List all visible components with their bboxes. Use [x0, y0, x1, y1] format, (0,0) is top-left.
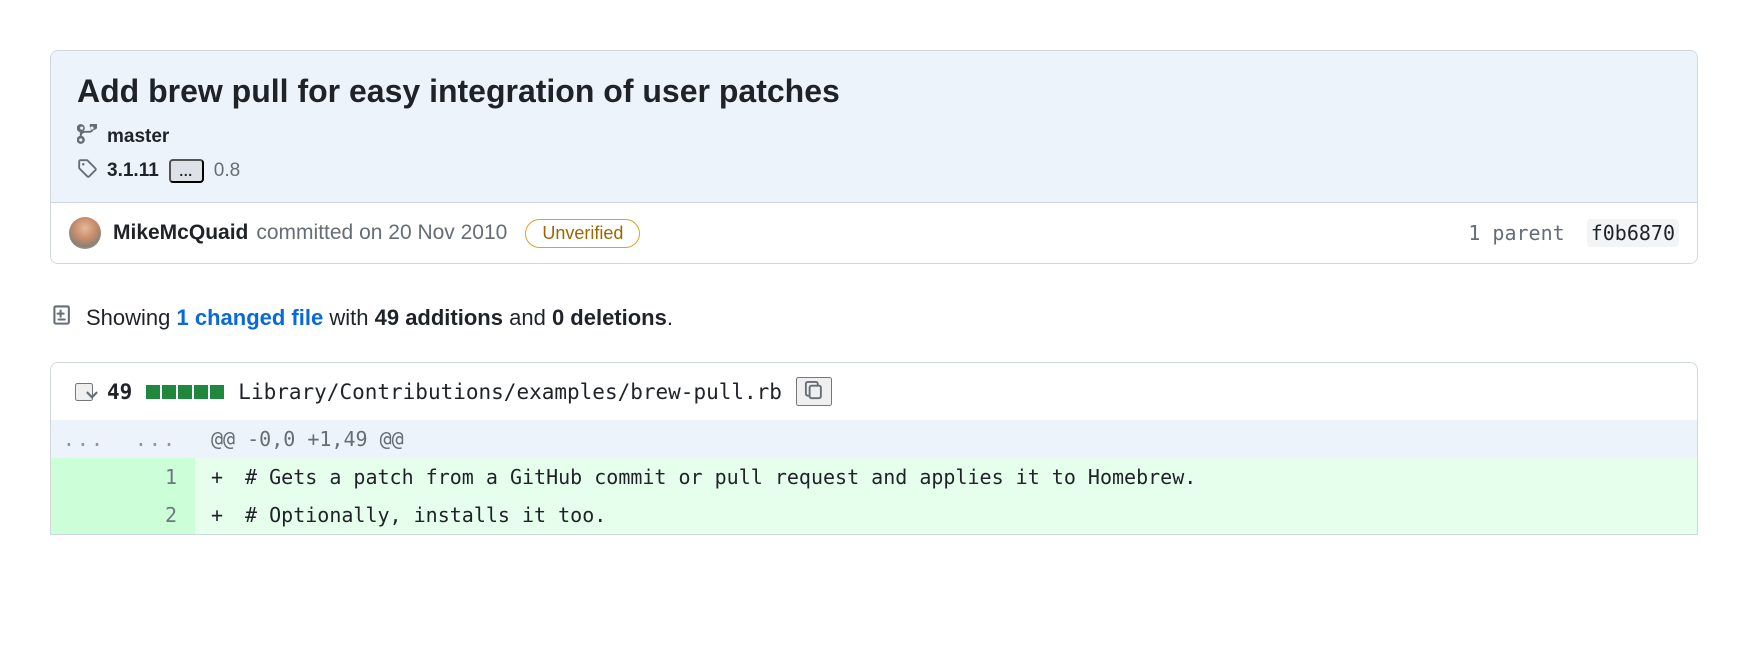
file-change-count: 49	[107, 380, 132, 404]
code-text: # Optionally, installs it too.	[233, 503, 606, 527]
collapse-file-button[interactable]	[75, 383, 93, 401]
file-header: 49 Library/Contributions/examples/brew-p…	[51, 363, 1697, 420]
commit-box: Add brew pull for easy integration of us…	[50, 50, 1698, 264]
code-cell: + # Gets a patch from a GitHub commit or…	[195, 458, 1697, 496]
diff-stat-squares	[146, 385, 224, 399]
ln-new[interactable]: 2	[123, 496, 195, 534]
summary-mid2: and	[509, 305, 546, 330]
diff-line: 1 + # Gets a patch from a GitHub commit …	[51, 458, 1697, 496]
copy-icon	[804, 380, 824, 400]
tag-first-link[interactable]: 3.1.11	[107, 160, 159, 182]
file-path-link[interactable]: Library/Contributions/examples/brew-pull…	[238, 380, 782, 404]
parent-label: 1 parent	[1468, 221, 1564, 245]
hunk-ln-old: ...	[51, 420, 123, 458]
ln-old[interactable]	[51, 458, 123, 496]
commit-action-text: committed on 20 Nov 2010	[256, 221, 507, 245]
verification-badge[interactable]: Unverified	[525, 219, 640, 248]
summary-suffix: .	[667, 305, 673, 330]
changed-files-link[interactable]: 1 changed file	[177, 305, 324, 330]
parent-sha-link[interactable]: f0b6870	[1587, 219, 1679, 247]
git-branch-icon	[77, 124, 97, 150]
summary-deletions: 0 deletions	[552, 305, 667, 330]
code-text: # Gets a patch from a GitHub commit or p…	[233, 465, 1196, 489]
tag-icon	[77, 158, 97, 184]
file-diff-box: 49 Library/Contributions/examples/brew-p…	[50, 362, 1698, 535]
branch-link[interactable]: master	[107, 126, 169, 148]
file-diff-icon	[52, 304, 74, 332]
branch-row: master	[77, 124, 1671, 150]
hunk-header-row[interactable]: ... ... @@ -0,0 +1,49 @@	[51, 420, 1697, 458]
commit-meta-bar: MikeMcQuaid committed on 20 Nov 2010 Unv…	[51, 202, 1697, 263]
ln-old[interactable]	[51, 496, 123, 534]
code-cell: + # Optionally, installs it too.	[195, 496, 1697, 534]
summary-mid1: with	[329, 305, 368, 330]
chevron-down-icon	[83, 386, 101, 404]
copy-path-button[interactable]	[796, 377, 832, 406]
diff-summary: Showing 1 changed file with 49 additions…	[52, 304, 1698, 332]
avatar[interactable]	[69, 217, 101, 249]
author-link[interactable]: MikeMcQuaid	[113, 221, 248, 245]
ln-new[interactable]: 1	[123, 458, 195, 496]
parent-info: 1 parent f0b6870	[1468, 221, 1679, 245]
summary-prefix: Showing	[86, 305, 170, 330]
summary-additions: 49 additions	[375, 305, 503, 330]
hunk-text: @@ -0,0 +1,49 @@	[195, 420, 1697, 458]
diff-sign: +	[211, 500, 233, 530]
tag-row: 3.1.11 … 0.8	[77, 158, 1671, 184]
commit-title: Add brew pull for easy integration of us…	[77, 73, 1671, 110]
tag-expand-button[interactable]: …	[169, 159, 204, 183]
commit-header: Add brew pull for easy integration of us…	[51, 51, 1697, 202]
tag-last-link[interactable]: 0.8	[214, 160, 240, 182]
diff-sign: +	[211, 462, 233, 492]
diff-line: 2 + # Optionally, installs it too.	[51, 496, 1697, 534]
diff-table: ... ... @@ -0,0 +1,49 @@ 1 + # Gets a pa…	[51, 420, 1697, 534]
hunk-ln-new: ...	[123, 420, 195, 458]
